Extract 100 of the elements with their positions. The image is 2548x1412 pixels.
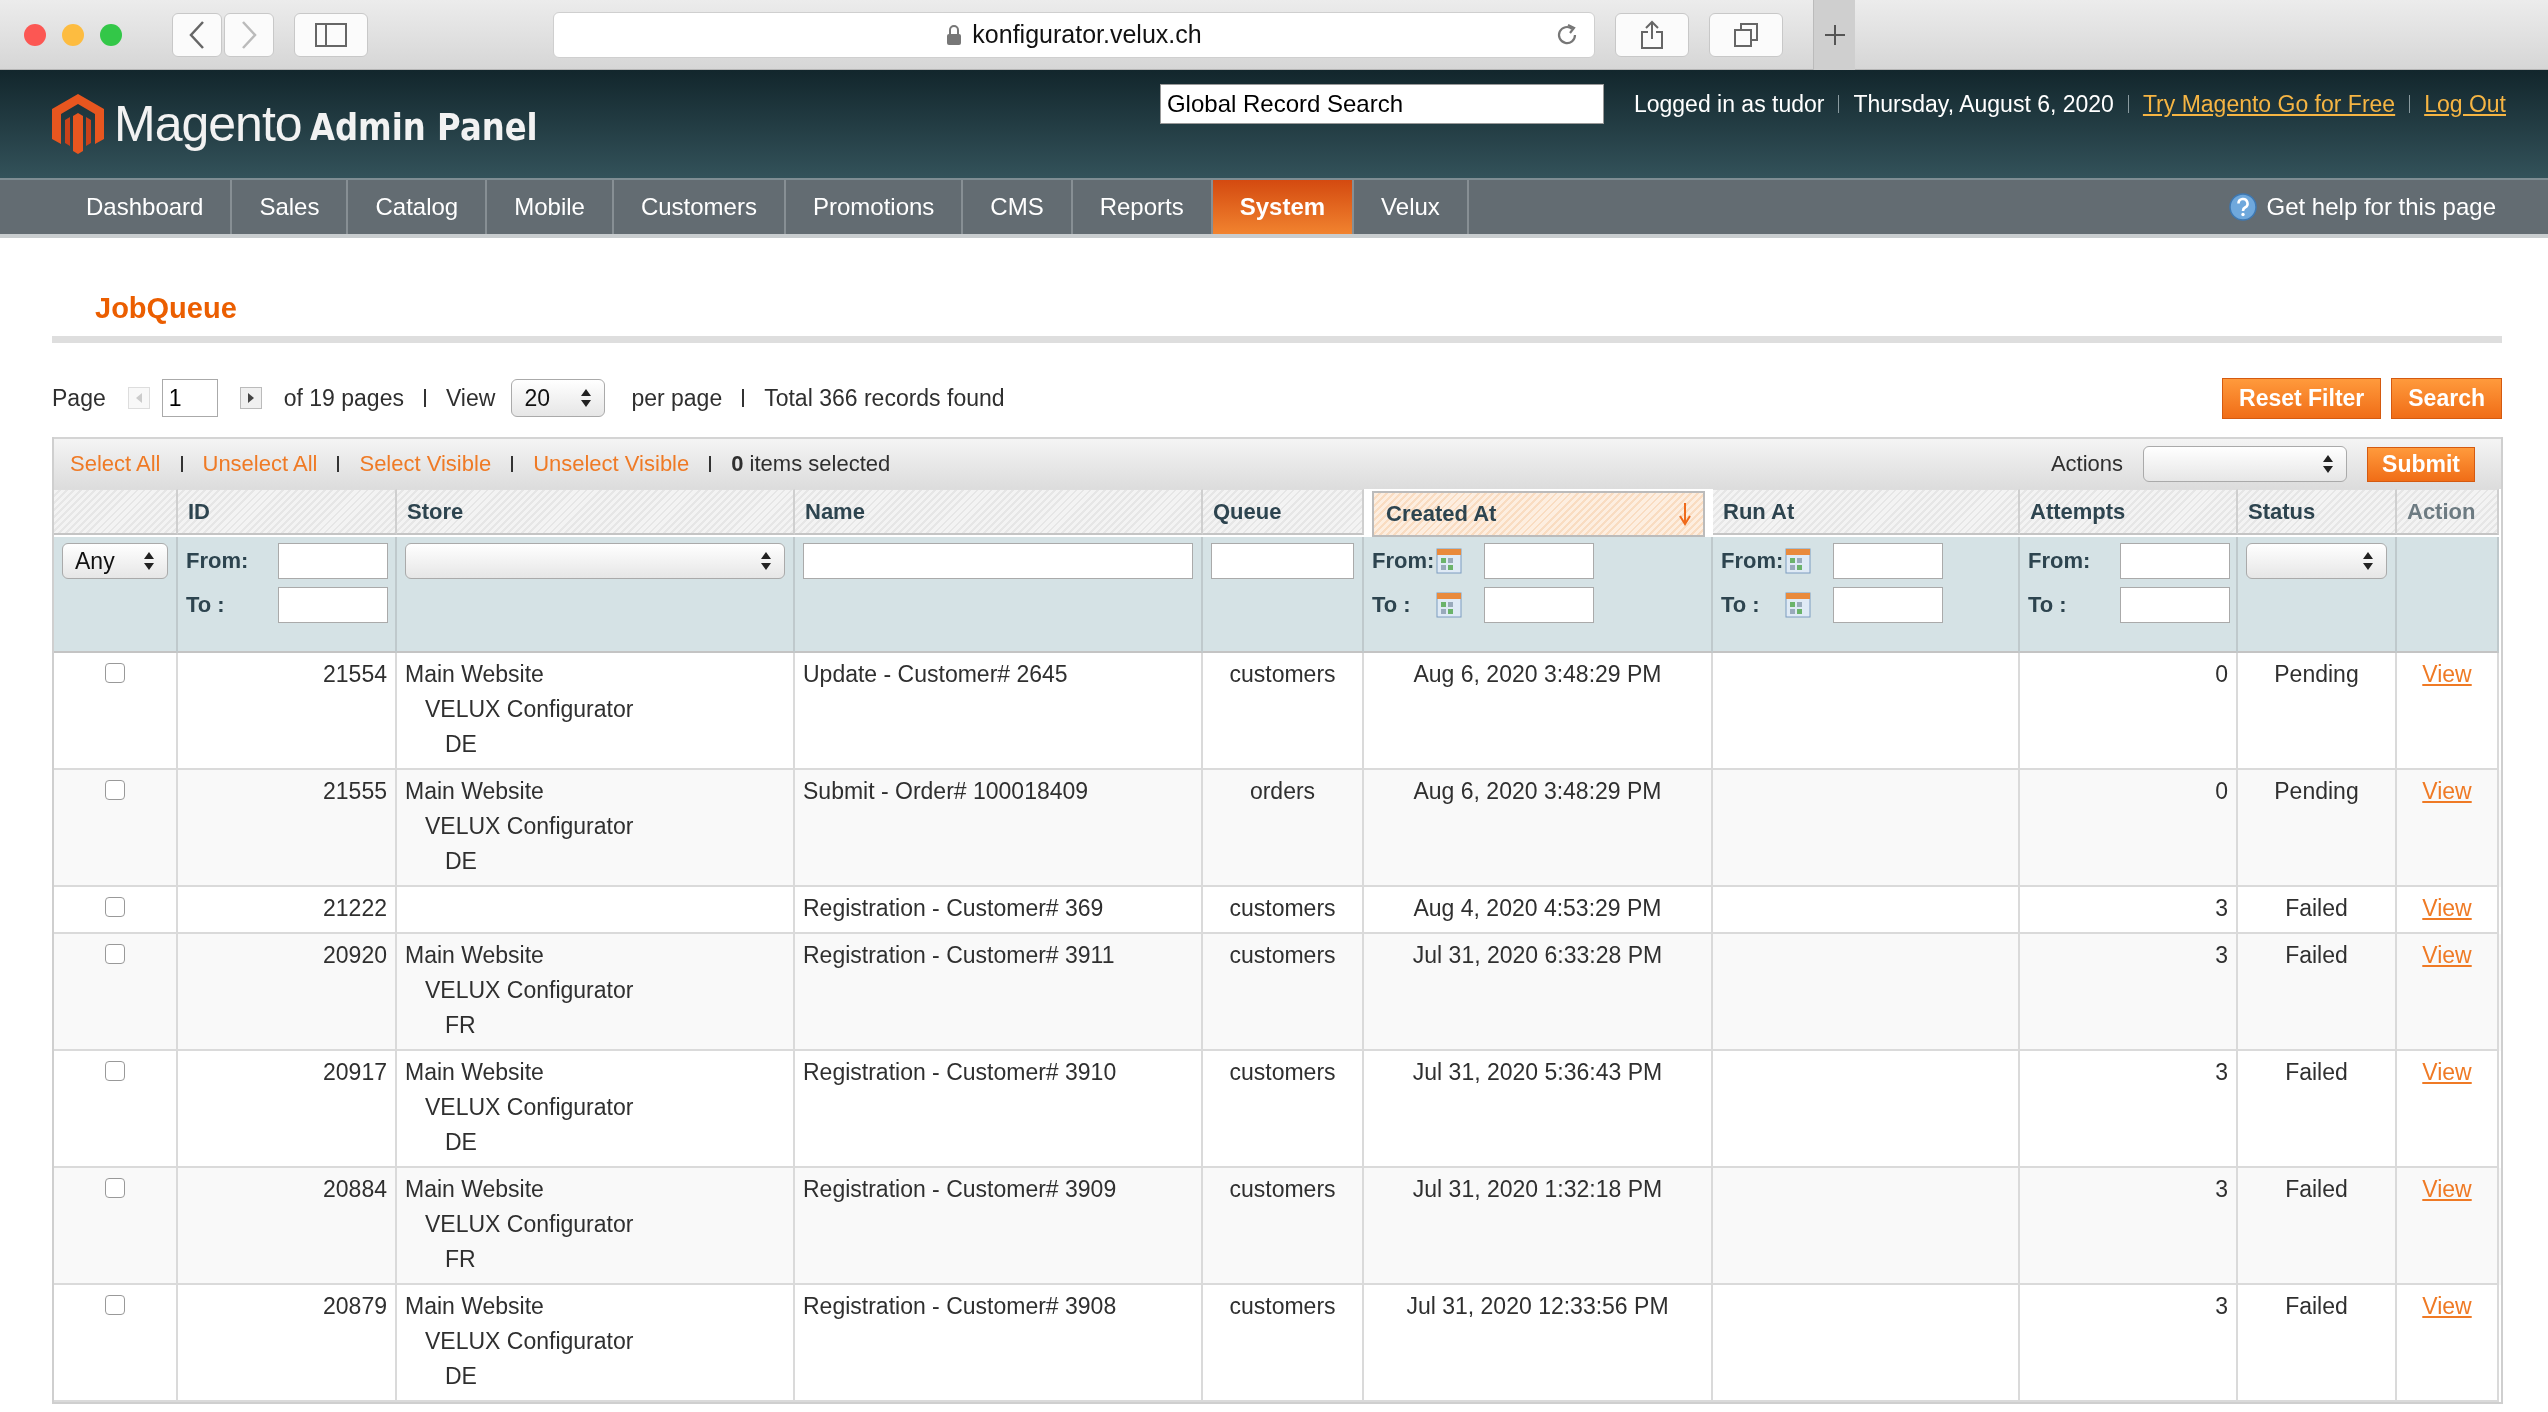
- view-link[interactable]: View: [2422, 657, 2472, 692]
- help-link[interactable]: Get help for this page: [2266, 180, 2548, 234]
- page-number-field[interactable]: 1: [161, 379, 218, 417]
- calendar-icon[interactable]: [1785, 548, 1811, 574]
- queue-text: orders: [1249, 777, 1316, 806]
- status-text: Failed: [2285, 941, 2348, 970]
- user-text: Logged in as tudor: [1633, 90, 1825, 118]
- nav-tab[interactable]: Mobile: [487, 180, 614, 234]
- minimize-icon[interactable]: [62, 23, 84, 46]
- sidebar-button[interactable]: [294, 12, 368, 57]
- from-field[interactable]: [278, 543, 388, 579]
- chevron-left-icon: [188, 19, 206, 50]
- calendar-icon[interactable]: [1436, 548, 1462, 574]
- to-field[interactable]: [2120, 587, 2230, 623]
- created-at-text: Jul 31, 2020 12:33:56 PM: [1406, 1292, 1669, 1321]
- job-name: Registration - Customer# 369: [803, 894, 1104, 923]
- row-checkbox[interactable]: [105, 1178, 125, 1198]
- filter-field[interactable]: [803, 543, 1193, 579]
- help-icon[interactable]: [2228, 193, 2257, 221]
- created-at-text: Jul 31, 2020 5:36:43 PM: [1412, 1058, 1663, 1087]
- nav-tab[interactable]: System: [1212, 180, 1355, 234]
- to-field[interactable]: [278, 587, 388, 623]
- id-text: 21555: [323, 777, 387, 806]
- from-field[interactable]: [1484, 543, 1594, 579]
- updown-arrow-icon: [143, 551, 155, 571]
- header-link[interactable]: Log Out: [2424, 90, 2506, 118]
- column-header[interactable]: Run At: [1713, 489, 2020, 535]
- row-checkbox[interactable]: [105, 780, 125, 800]
- from-label: From:: [2028, 548, 2092, 574]
- from-field[interactable]: [1833, 543, 1943, 579]
- store-text: VELUX Configurator: [424, 1093, 634, 1122]
- created-at-text: Aug 6, 2020 3:48:29 PM: [1413, 660, 1662, 689]
- filter-select[interactable]: Any: [62, 543, 168, 579]
- to-field[interactable]: [1484, 587, 1594, 623]
- page-label: Page: [52, 384, 106, 412]
- store-text: VELUX Configurator: [424, 976, 634, 1005]
- calendar-icon[interactable]: [1785, 592, 1811, 618]
- next-page-button[interactable]: [239, 387, 262, 409]
- tabs-button[interactable]: [1709, 12, 1783, 57]
- store-text: Main Website: [405, 1058, 544, 1087]
- date-text: Thursday, August 6, 2020: [1853, 90, 2114, 118]
- nav-tab[interactable]: Catalog: [348, 180, 488, 234]
- status-text: Failed: [2285, 1292, 2348, 1321]
- nav-tab[interactable]: Promotions: [785, 180, 964, 234]
- new-tab-button[interactable]: [1813, 0, 1855, 70]
- id-text: 20920: [323, 941, 387, 970]
- to-label: To :: [1721, 592, 1761, 618]
- row-checkbox[interactable]: [105, 663, 125, 683]
- tabs-icon: [1733, 21, 1759, 48]
- row-checkbox[interactable]: [105, 1061, 125, 1081]
- column-header[interactable]: Status: [2238, 489, 2397, 535]
- previous-page-button[interactable]: [127, 387, 150, 409]
- queue-text: customers: [1229, 1058, 1336, 1087]
- per-page-select[interactable]: 20: [511, 379, 606, 417]
- to-field[interactable]: [1833, 587, 1943, 623]
- row-checkbox[interactable]: [105, 1295, 125, 1315]
- status-text: Pending: [2274, 660, 2359, 689]
- column-header[interactable]: Created At: [1372, 491, 1705, 537]
- attempts-text: 0: [2215, 660, 2228, 689]
- actions-select[interactable]: [2143, 446, 2348, 482]
- share-button[interactable]: [1615, 12, 1689, 57]
- attempts-text: 3: [2215, 941, 2228, 970]
- nav-tab[interactable]: Dashboard: [59, 180, 233, 234]
- column-header[interactable]: Store: [397, 489, 795, 535]
- back-button[interactable]: [172, 12, 222, 57]
- view-link[interactable]: View: [2422, 1055, 2472, 1090]
- share-icon: [1640, 19, 1664, 50]
- column-header[interactable]: ID: [178, 489, 397, 535]
- nav-tab[interactable]: Customers: [613, 180, 786, 234]
- attempts-text: 3: [2215, 1292, 2228, 1321]
- column-header: Action: [2397, 489, 2499, 535]
- header-link[interactable]: Try Magento Go for Free: [2142, 90, 2396, 118]
- row-checkbox[interactable]: [105, 897, 125, 917]
- job-name: Registration - Customer# 3908: [803, 1292, 1117, 1321]
- from-field[interactable]: [2120, 543, 2230, 579]
- row-checkbox[interactable]: [105, 944, 125, 964]
- updown-arrow-icon: [580, 388, 593, 408]
- maximize-icon[interactable]: [100, 23, 122, 46]
- view-link[interactable]: View: [2422, 891, 2472, 926]
- nav-tab[interactable]: CMS: [963, 180, 1073, 234]
- attempts-text: 3: [2215, 1175, 2228, 1204]
- close-icon[interactable]: [24, 23, 46, 46]
- nav-tab[interactable]: Velux: [1354, 180, 1469, 234]
- lock-icon: [946, 24, 963, 45]
- calendar-icon[interactable]: [1436, 592, 1462, 618]
- store-text: VELUX Configurator: [424, 1210, 634, 1239]
- filter-select[interactable]: [2246, 543, 2387, 579]
- job-name: Update - Customer# 2645: [803, 660, 1068, 689]
- column-header[interactable]: Name: [795, 489, 1203, 535]
- selected-count: 0 items selected: [731, 451, 891, 477]
- view-link[interactable]: View: [2422, 1289, 2472, 1324]
- store-text: DE: [444, 1128, 477, 1157]
- filter-select[interactable]: [405, 543, 785, 579]
- column-header[interactable]: Queue: [1203, 489, 1364, 535]
- global-search-field[interactable]: Global Record Search: [1159, 84, 1604, 124]
- address-bar[interactable]: konfigurator.velux.ch: [553, 11, 1595, 58]
- updown-arrow-icon: [760, 551, 772, 571]
- column-header[interactable]: Attempts: [2020, 489, 2238, 535]
- nav-tab[interactable]: Sales: [232, 180, 349, 234]
- filter-field[interactable]: [1211, 543, 1354, 579]
